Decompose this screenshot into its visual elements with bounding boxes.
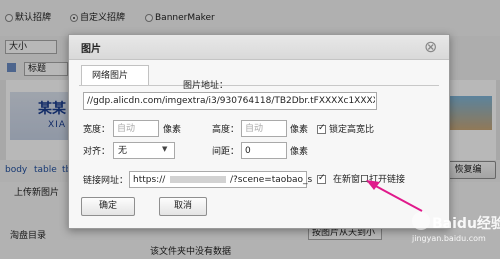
image-url-label: 图片地址： — [183, 81, 229, 91]
spacing-unit: 像素 — [290, 147, 309, 157]
link-url-blur — [170, 176, 226, 183]
annotation-arrow-icon — [366, 180, 423, 212]
ok-button[interactable]: 确定 — [81, 197, 135, 216]
height-unit: 像素 — [290, 125, 309, 135]
lock-ratio-checkbox[interactable] — [317, 123, 326, 134]
align-label: 对齐： — [83, 147, 111, 157]
baidu-watermark: Baidu经验 jingyan.baidu.com — [412, 212, 500, 252]
link-url-label: 链接网址： — [83, 176, 129, 186]
dialog-titlebar: 图片 ⊗ — [69, 35, 449, 60]
dialog-title: 图片 — [81, 44, 101, 55]
tab-web-image[interactable]: 网络图片 — [81, 65, 149, 86]
width-label: 宽度： — [83, 125, 111, 135]
height-label: 高度： — [212, 125, 240, 135]
close-icon[interactable]: ⊗ — [424, 37, 437, 56]
open-new-window-checkbox[interactable] — [317, 173, 326, 184]
lock-ratio-label: 锁定高宽比 — [329, 125, 375, 135]
spacing-input[interactable]: 0 — [241, 142, 287, 159]
width-unit: 像素 — [163, 125, 182, 135]
align-select[interactable]: 无 ▼ — [113, 142, 175, 159]
tab-divider — [79, 85, 439, 86]
watermark-brand: Baidu经验 — [432, 216, 500, 232]
paw-logo-icon — [412, 212, 430, 230]
width-input[interactable]: 自动 — [113, 120, 159, 137]
chevron-down-icon: ▼ — [162, 145, 168, 153]
height-input[interactable]: 自动 — [241, 120, 287, 137]
cancel-button[interactable]: 取消 — [159, 197, 207, 216]
link-url-input[interactable]: https:// /?scene=taobao_s — [129, 171, 312, 188]
spacing-label: 间距： — [212, 147, 240, 157]
watermark-url: jingyan.baidu.com — [412, 234, 486, 243]
image-url-input[interactable]: //gdp.alicdn.com/imgextra/i3/930764118/T… — [83, 92, 377, 110]
